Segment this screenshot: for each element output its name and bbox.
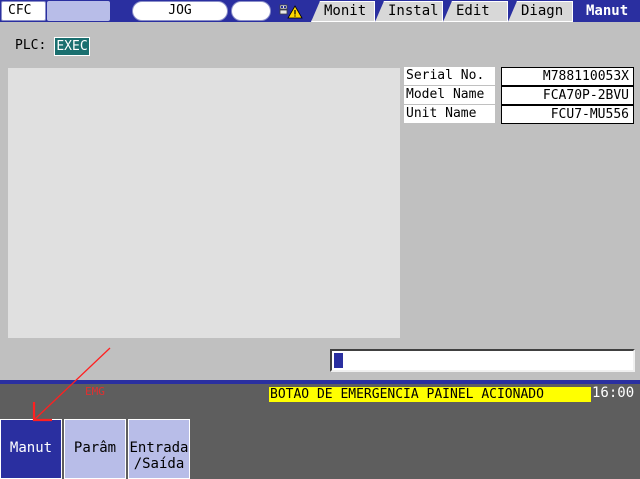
tab-label: Edit — [456, 3, 490, 19]
softkey-label-line1: Entrada — [129, 440, 189, 456]
clock: 16:00 — [592, 385, 635, 401]
info-row-model: Model Name FCA70P-2BVU — [404, 86, 634, 105]
warning-icon[interactable] — [279, 3, 303, 19]
softkey-manut[interactable]: Manut — [0, 419, 62, 479]
plc-label: PLC: — [15, 38, 47, 53]
unit-value: FCU7-MU556 — [501, 105, 634, 124]
tab-label: Instal — [388, 3, 439, 19]
progress-bar — [330, 349, 635, 372]
softkey-param[interactable]: Parâm — [64, 419, 126, 479]
info-row-unit: Unit Name FCU7-MU556 — [404, 105, 634, 124]
aux-mode-indicator — [231, 1, 271, 21]
tab-label: Diagn — [521, 3, 564, 19]
model-value: FCA70P-2BVU — [501, 86, 634, 105]
serial-value: M788110053X — [501, 67, 634, 86]
top-bar: CFC JOG Monit Instal Edit Diagn Manut — [0, 0, 640, 22]
softkey-label: Manut — [9, 440, 53, 456]
tab-edit[interactable]: Edit — [443, 1, 508, 22]
info-row-serial: Serial No. M788110053X — [404, 67, 634, 86]
mode-indicator-blank — [47, 1, 110, 21]
tab-instal[interactable]: Instal — [375, 1, 443, 22]
softkey-label-line2: /Saída — [133, 456, 185, 472]
plc-status-value: EXEC — [54, 37, 90, 56]
tab-diagn[interactable]: Diagn — [508, 1, 573, 22]
display-panel — [8, 68, 400, 338]
softkey-entrada-saida[interactable]: Entrada /Saída — [128, 419, 190, 479]
alarm-message: BOTAO DE EMERGENCIA PAINEL ACIONADO — [269, 387, 591, 402]
model-label: Model Name — [404, 86, 495, 105]
unit-info-table: Serial No. M788110053X Model Name FCA70P… — [404, 67, 634, 124]
unit-label: Unit Name — [404, 105, 495, 124]
progress-fill — [334, 353, 343, 368]
softkey-label: Parâm — [73, 440, 117, 456]
tab-label: Monit — [324, 3, 367, 19]
tab-monit[interactable]: Monit — [311, 1, 375, 22]
operation-mode-indicator: JOG — [132, 1, 228, 21]
tab-label: Manut — [586, 3, 629, 19]
serial-label: Serial No. — [404, 67, 495, 86]
emergency-indicator: EMG — [85, 385, 105, 398]
tab-manut[interactable]: Manut — [573, 1, 640, 22]
system-label: CFC — [1, 1, 46, 21]
